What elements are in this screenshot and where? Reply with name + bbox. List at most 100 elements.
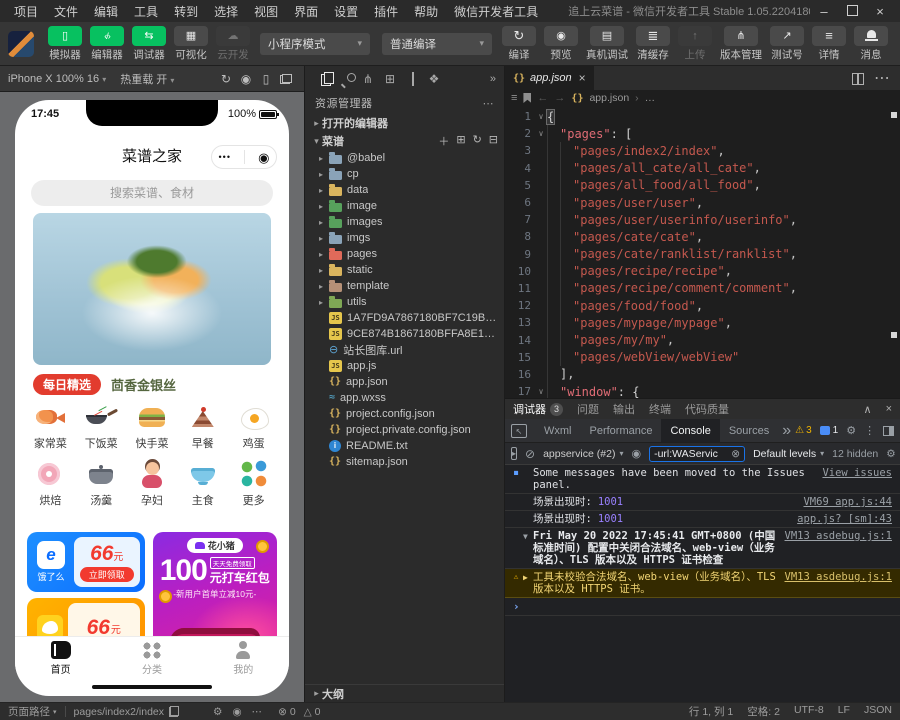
- dock-side-icon[interactable]: [883, 426, 894, 436]
- tree-item[interactable]: i README.txt: [305, 438, 504, 454]
- console-message[interactable]: 场景出现时:1001 app.js? [sm]:43: [505, 511, 900, 528]
- tree-item[interactable]: ▸ template: [305, 278, 504, 294]
- tree-item[interactable]: ⊖ 站长图库.url: [305, 342, 504, 358]
- tree-item[interactable]: ≈ app.wxss: [305, 390, 504, 406]
- log-levels-select[interactable]: Default levels▾: [753, 448, 824, 460]
- tree-item[interactable]: ▸ static: [305, 262, 504, 278]
- tabbar-item[interactable]: 首页: [15, 637, 106, 680]
- tree-item[interactable]: ▸ images: [305, 214, 504, 230]
- source-link[interactable]: VM13 asdebug.js:1: [785, 571, 892, 583]
- debugger-panel-tab[interactable]: 输出: [613, 401, 635, 417]
- mode-select[interactable]: 小程序模式 ▾: [260, 33, 370, 55]
- tree-item[interactable]: {} project.config.json: [305, 406, 504, 422]
- copy-path-icon[interactable]: [169, 706, 179, 717]
- maximize-button[interactable]: [838, 4, 866, 19]
- category-item[interactable]: 孕妇: [127, 459, 178, 508]
- code-line[interactable]: 2 ∨ "pages": [: [505, 125, 900, 142]
- clear-filter-icon[interactable]: ⊗: [731, 448, 740, 460]
- new-file-icon[interactable]: ＋: [438, 133, 449, 149]
- category-item[interactable]: 汤羹: [76, 459, 127, 508]
- category-item[interactable]: 快手菜: [127, 402, 178, 451]
- toolbar-button[interactable]: 调试器: [132, 26, 166, 62]
- source-link[interactable]: VM69 app.js:44: [803, 496, 892, 508]
- tab-overflow-icon[interactable]: »: [782, 422, 791, 440]
- tree-item[interactable]: JS app.js: [305, 358, 504, 374]
- toolbar-button[interactable]: 版本管理: [720, 26, 762, 62]
- forward-arrow-icon[interactable]: →: [554, 92, 565, 104]
- tree-item[interactable]: JS 1A7FD9A7867180BF7C19B1A0A9E…: [305, 310, 504, 326]
- devtools-tab[interactable]: Performance: [581, 419, 662, 442]
- detach-window-icon[interactable]: [280, 74, 292, 84]
- split-editor-icon[interactable]: [852, 73, 864, 83]
- claim-button[interactable]: 立即领取: [80, 567, 134, 582]
- toolbar-button[interactable]: 详情: [812, 26, 846, 62]
- fold-chevron-icon[interactable]: ∨: [535, 387, 547, 396]
- tree-item[interactable]: JS 9CE874B1867180BFFA8E1CB67DD…: [305, 326, 504, 342]
- console-empty-area[interactable]: [505, 616, 900, 702]
- collapse-all-icon[interactable]: ⊟: [489, 133, 498, 149]
- menu-item[interactable]: 编辑: [86, 3, 126, 20]
- refresh-icon[interactable]: ↻: [473, 133, 482, 149]
- compile-mode-select[interactable]: 普通编译 ▾: [382, 33, 492, 55]
- menu-item[interactable]: 界面: [286, 3, 326, 20]
- fold-chevron-icon[interactable]: ∨: [535, 129, 547, 138]
- debugger-panel-tab[interactable]: 问题: [577, 401, 599, 417]
- code-line[interactable]: 13 "pages/mypage/mypage",: [505, 314, 900, 331]
- code-line[interactable]: 17 ∨ "window": {: [505, 383, 900, 398]
- expand-arrow-icon[interactable]: [523, 467, 533, 468]
- category-item[interactable]: 早餐: [177, 402, 228, 451]
- code-line[interactable]: 8 "pages/cate/cate",: [505, 228, 900, 245]
- console-message[interactable]: ◼ Some messages have been moved to the I…: [505, 465, 900, 494]
- console-prompt[interactable]: ›: [505, 598, 900, 616]
- code-line[interactable]: 16 ],: [505, 366, 900, 383]
- open-editors-section[interactable]: ▸ 打开的编辑器: [305, 114, 504, 132]
- debug-settings-icon[interactable]: ⚙: [213, 706, 222, 718]
- menu-item[interactable]: 插件: [366, 3, 406, 20]
- toolbar-button[interactable]: 预览: [544, 26, 578, 62]
- category-item[interactable]: 更多: [228, 459, 279, 508]
- preview-eye-icon[interactable]: ◉: [232, 706, 241, 718]
- source-link[interactable]: app.js? [sm]:43: [797, 513, 892, 525]
- statusbar-item[interactable]: UTF-8: [794, 704, 824, 719]
- code-line[interactable]: 11 "pages/recipe/comment/comment",: [505, 280, 900, 297]
- tree-item[interactable]: {} app.json: [305, 374, 504, 390]
- fold-chevron-icon[interactable]: ∨: [535, 112, 547, 121]
- tree-item[interactable]: ▸ pages: [305, 246, 504, 262]
- devtools-tab[interactable]: Wxml: [535, 419, 581, 442]
- page-path-select[interactable]: 页面路径▾: [8, 704, 57, 719]
- toolbar-button[interactable]: 清缓存: [636, 26, 670, 62]
- category-item[interactable]: 主食: [177, 459, 228, 508]
- refresh-icon[interactable]: ↻: [216, 72, 236, 86]
- menu-item[interactable]: 文件: [46, 3, 86, 20]
- devtools-tab[interactable]: Console: [661, 419, 719, 442]
- category-item[interactable]: 鸡蛋: [228, 402, 279, 451]
- back-arrow-icon[interactable]: ←: [537, 92, 548, 104]
- code-line[interactable]: 15 "pages/webView/webView": [505, 349, 900, 366]
- more-options-icon[interactable]: ⋮: [864, 424, 875, 437]
- debugger-panel-tab[interactable]: 终端: [649, 401, 671, 417]
- console-message[interactable]: 场景出现时:1001 VM69 app.js:44: [505, 494, 900, 511]
- code-line[interactable]: 9 "pages/cate/ranklist/ranklist",: [505, 246, 900, 263]
- toolbar-button[interactable]: 云开发: [216, 26, 250, 62]
- window-icon[interactable]: [401, 72, 423, 86]
- tree-item[interactable]: {} sitemap.json: [305, 454, 504, 470]
- tree-item[interactable]: ▸ data: [305, 182, 504, 198]
- close-button[interactable]: ×: [866, 4, 894, 19]
- menu-item[interactable]: 设置: [326, 3, 366, 20]
- menu-item[interactable]: 项目: [6, 3, 46, 20]
- editor-more-icon[interactable]: ⋯: [874, 68, 890, 88]
- code-line[interactable]: 12 "pages/food/food",: [505, 297, 900, 314]
- statusbar-more-icon[interactable]: ⋯: [252, 706, 263, 718]
- device-select[interactable]: iPhone X 100% 16 ▾: [8, 73, 106, 85]
- inspect-element-icon[interactable]: ↖: [511, 424, 527, 438]
- error-count[interactable]: ⊗ 0: [278, 706, 296, 718]
- tree-item[interactable]: ▸ cp: [305, 166, 504, 182]
- eleme-coupon-ad[interactable]: e 饿了么 66元 立即领取: [27, 532, 145, 592]
- daily-pick-row[interactable]: 每日精选 茴香金银丝: [33, 374, 176, 395]
- tabbar-item[interactable]: 分类: [106, 637, 197, 680]
- devtools-tab[interactable]: Sources: [720, 419, 778, 442]
- toolbar-button[interactable]: 可视化: [174, 26, 208, 62]
- menu-item[interactable]: 微信开发者工具: [446, 3, 546, 20]
- statusbar-item[interactable]: LF: [838, 704, 850, 719]
- explorer-more-icon[interactable]: ⋯: [483, 97, 495, 110]
